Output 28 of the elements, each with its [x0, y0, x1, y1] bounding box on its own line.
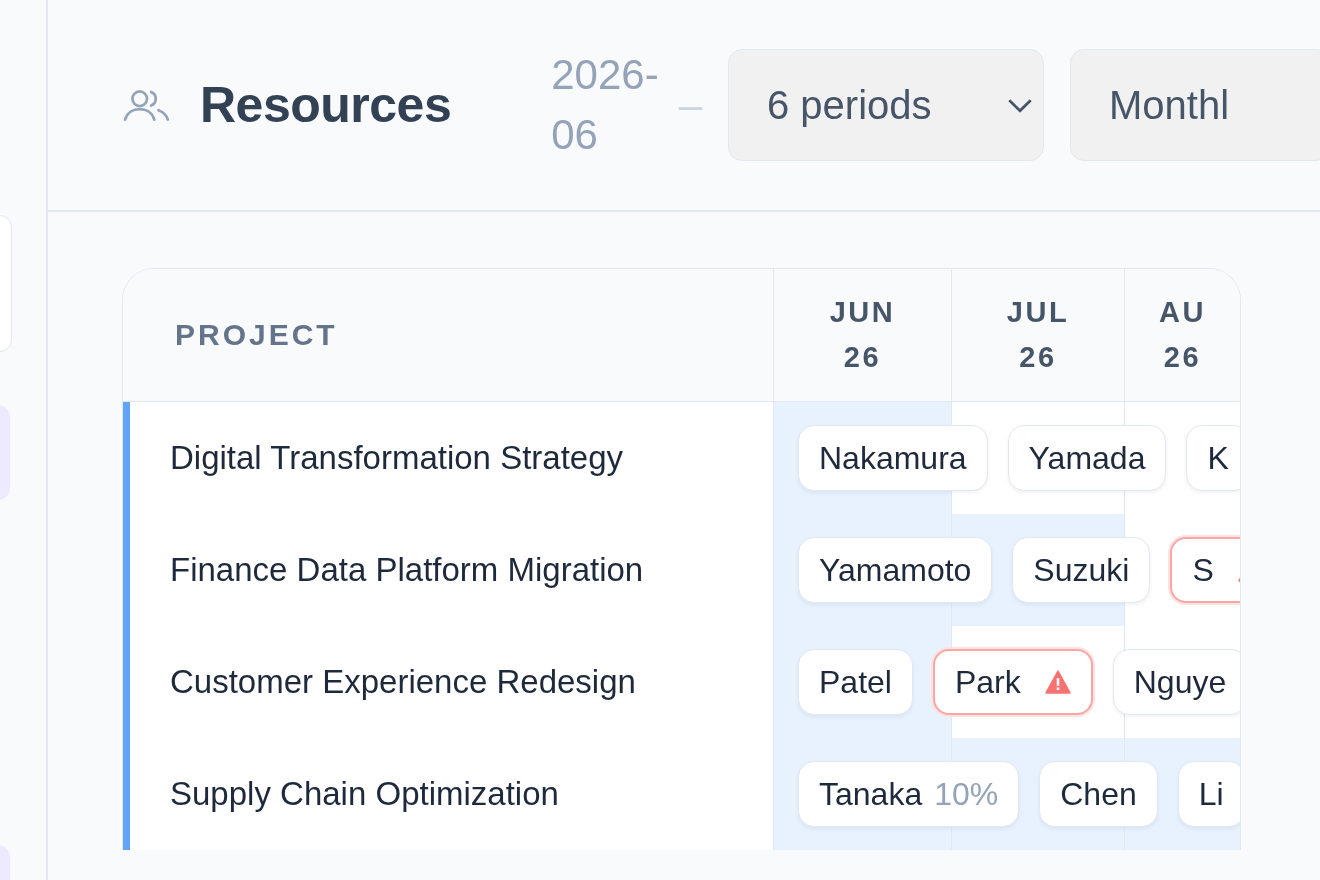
person-chip[interactable]: Nakamura — [798, 425, 988, 491]
person-chip[interactable]: Li — [1177, 761, 1240, 827]
month-header: AU 26 — [1124, 269, 1240, 401]
person-chip[interactable]: Nguye — [1112, 649, 1240, 715]
person-chip[interactable]: Yamamoto — [798, 537, 993, 603]
periods-select[interactable]: 6 periods — [728, 49, 1044, 161]
person-chip[interactable]: Suzuki — [1012, 537, 1151, 603]
person-chip[interactable]: Chen — [1039, 761, 1158, 827]
person-chip[interactable]: S — [1170, 537, 1240, 603]
month-header: JUL 26 — [951, 269, 1124, 401]
person-chip[interactable]: Tanaka 10% — [798, 761, 1020, 827]
range-separator: – — [678, 81, 702, 129]
warning-icon — [1044, 670, 1071, 694]
page-title: Resources — [200, 76, 452, 134]
chevron-down-icon — [1007, 97, 1033, 113]
project-name[interactable]: Customer Experience Redesign — [170, 663, 636, 701]
person-chip[interactable]: Patel — [798, 649, 913, 715]
column-header: PROJECT — [175, 318, 338, 352]
month-header: JUN 26 — [773, 269, 951, 401]
person-chip[interactable]: Park — [932, 649, 1093, 715]
project-name[interactable]: Digital Transformation Strategy — [170, 439, 624, 477]
project-name[interactable]: Supply Chain Optimization — [170, 775, 559, 813]
interval-select[interactable]: Monthl — [1070, 49, 1320, 161]
project-name[interactable]: Finance Data Platform Migration — [170, 551, 644, 589]
person-chip[interactable]: Yamada — [1007, 425, 1167, 491]
people-icon — [122, 88, 172, 122]
person-chip[interactable]: K — [1186, 425, 1240, 491]
date-range-start: 2026-06 — [551, 50, 659, 160]
